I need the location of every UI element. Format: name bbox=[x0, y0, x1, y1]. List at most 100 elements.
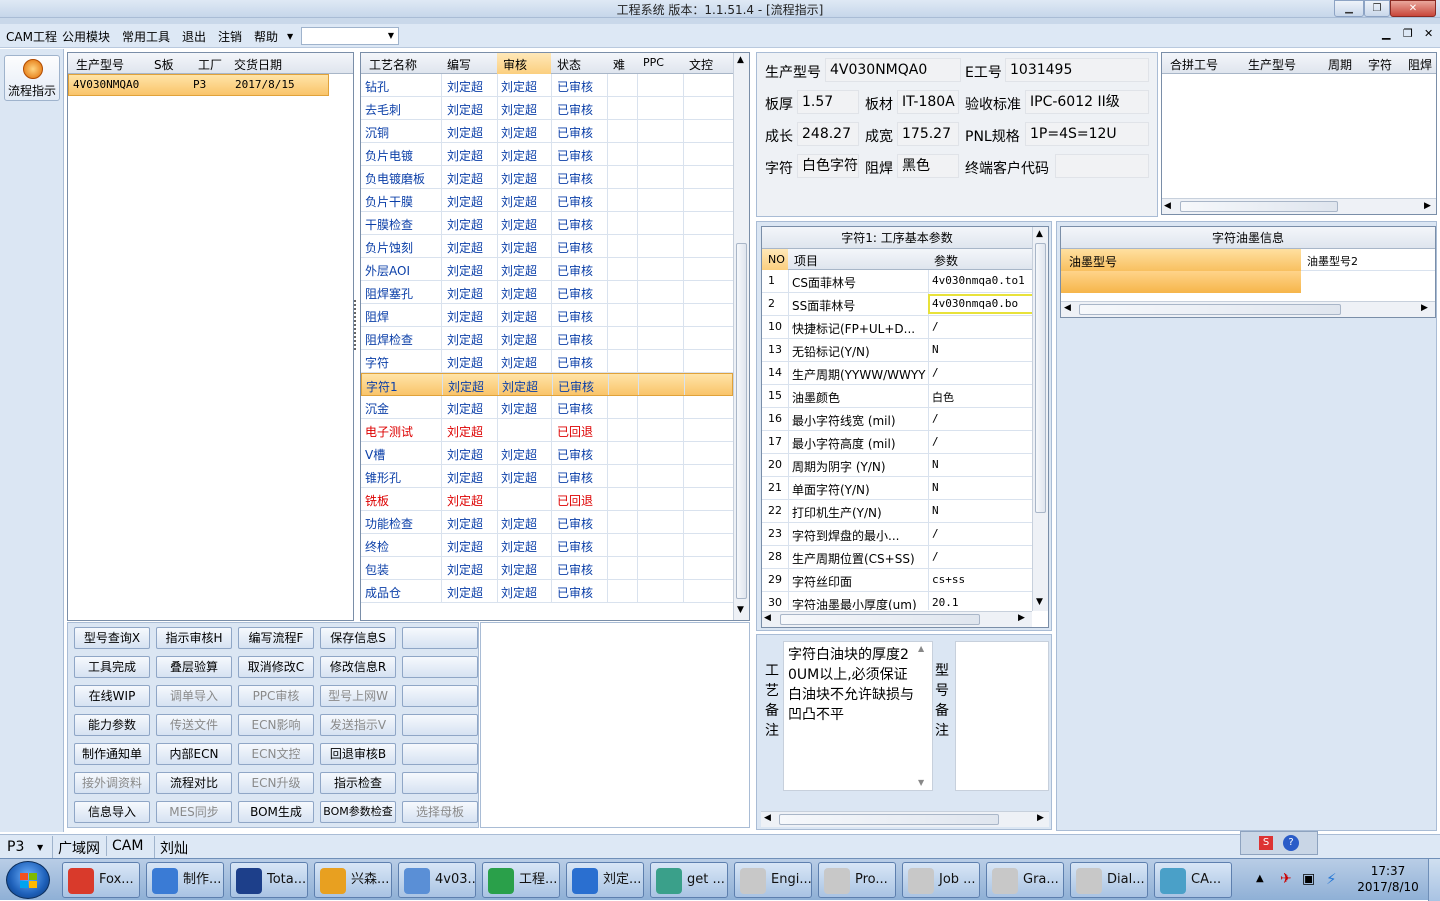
pnl-field[interactable]: 1P=4S=12U bbox=[1025, 122, 1149, 146]
scroll-up-icon[interactable]: ▲ bbox=[918, 644, 924, 653]
param-row[interactable]: 13 无铅标记(Y/N) N bbox=[762, 339, 1032, 362]
process-row[interactable]: 负片蚀刻 刘定超 刘定超 已审核 bbox=[361, 235, 733, 258]
param-value[interactable]: N bbox=[932, 504, 1030, 517]
col-item[interactable]: 项目 bbox=[794, 252, 818, 269]
process-row[interactable]: 铣板 刘定超 已回退 bbox=[361, 488, 733, 511]
process-scroll-thumb[interactable] bbox=[736, 243, 747, 599]
param-row[interactable]: 21 单面字符(Y/N) N bbox=[762, 477, 1032, 500]
model-field[interactable]: 4V030NMQA0 bbox=[825, 58, 961, 82]
process-row[interactable]: 去毛刺 刘定超 刘定超 已审核 bbox=[361, 97, 733, 120]
param-value[interactable]: 20.1 bbox=[932, 596, 1030, 609]
action-button-2-0[interactable]: 在线WIP bbox=[74, 685, 150, 707]
col-doc-control[interactable]: 文控 bbox=[689, 56, 713, 73]
sogou-icon[interactable]: S bbox=[1259, 836, 1273, 850]
process-row[interactable]: 锥形孔 刘定超 刘定超 已审核 bbox=[361, 465, 733, 488]
action-button-1-3[interactable]: 修改信息R bbox=[320, 656, 396, 678]
splitter-handle[interactable] bbox=[354, 300, 358, 350]
action-button-4-3[interactable]: 回退审核B bbox=[320, 743, 396, 765]
process-row[interactable]: 外层AOI 刘定超 刘定超 已审核 bbox=[361, 258, 733, 281]
process-row[interactable]: 干膜检查 刘定超 刘定超 已审核 bbox=[361, 212, 733, 235]
process-row[interactable]: 负片干膜 刘定超 刘定超 已审核 bbox=[361, 189, 733, 212]
show-desktop-button[interactable] bbox=[1428, 859, 1440, 901]
process-row[interactable]: 阻焊 刘定超 刘定超 已审核 bbox=[361, 304, 733, 327]
col-no[interactable]: NO bbox=[768, 253, 785, 266]
scroll-right-icon[interactable]: ▶ bbox=[1018, 613, 1025, 623]
param-row[interactable]: 20 周期为阴字 (Y/N) N bbox=[762, 454, 1032, 477]
param-value[interactable]: cs+ss bbox=[932, 573, 1030, 586]
taskbar-item[interactable]: Engi... bbox=[734, 862, 812, 898]
ink-row[interactable] bbox=[1061, 271, 1301, 293]
param-value[interactable]: / bbox=[932, 435, 1030, 448]
process-row[interactable]: 阻焊检查 刘定超 刘定超 已审核 bbox=[361, 327, 733, 350]
char-field[interactable]: 白色字符 bbox=[797, 154, 859, 178]
ime-toolbar[interactable]: S ? bbox=[1240, 831, 1318, 855]
taskbar-item[interactable]: Fox... bbox=[62, 862, 140, 898]
action-button-3-1[interactable]: 传送文件 bbox=[156, 714, 232, 736]
col-merge-cycle[interactable]: 周期 bbox=[1328, 56, 1352, 73]
action-button-2-4[interactable] bbox=[402, 685, 478, 707]
param-value[interactable]: / bbox=[932, 412, 1030, 425]
param-value[interactable]: 白色 bbox=[932, 389, 1030, 405]
action-button-1-2[interactable]: 取消修改C bbox=[238, 656, 314, 678]
taskbar-item[interactable]: 刘定... bbox=[566, 862, 644, 898]
param-value[interactable]: 4v030nmqa0.to1 bbox=[932, 274, 1030, 287]
customer-code-field[interactable] bbox=[1055, 154, 1149, 178]
action-button-1-1[interactable]: 叠层验算 bbox=[156, 656, 232, 678]
scroll-right-icon[interactable]: ▶ bbox=[1421, 303, 1428, 313]
thickness-field[interactable]: 1.57 bbox=[797, 90, 859, 114]
action-button-0-3[interactable]: 保存信息S bbox=[320, 627, 396, 649]
col-merge-eno[interactable]: 合拼工号 bbox=[1170, 56, 1218, 73]
process-row[interactable]: 电子测试 刘定超 已回退 bbox=[361, 419, 733, 442]
col-status[interactable]: 状态 bbox=[557, 56, 581, 73]
process-row[interactable]: V槽 刘定超 刘定超 已审核 bbox=[361, 442, 733, 465]
param-row[interactable]: 14 生产周期(YYWW/WWYY) / bbox=[762, 362, 1032, 385]
params-scrollbar[interactable]: ▲ ▼ bbox=[1032, 227, 1048, 611]
chevron-down-icon[interactable]: ▼ bbox=[388, 31, 394, 40]
width-field[interactable]: 175.27 bbox=[897, 122, 959, 146]
job-row[interactable]: 4V030NMQA0 P3 2017/8/15 bbox=[68, 74, 329, 96]
action-button-5-2[interactable]: ECN升级 bbox=[238, 772, 314, 794]
process-row[interactable]: 终检 刘定超 刘定超 已审核 bbox=[361, 534, 733, 557]
action-button-0-2[interactable]: 编写流程F bbox=[238, 627, 314, 649]
taskbar-item[interactable]: Gra... bbox=[986, 862, 1064, 898]
col-difficulty[interactable]: 难 bbox=[613, 56, 625, 73]
action-button-3-2[interactable]: ECN影响 bbox=[238, 714, 314, 736]
action-button-2-2[interactable]: PPC审核 bbox=[238, 685, 314, 707]
taskbar-item[interactable]: Tota... bbox=[230, 862, 308, 898]
notes-scroll-thumb[interactable] bbox=[779, 814, 999, 825]
process-row[interactable]: 沉铜 刘定超 刘定超 已审核 bbox=[361, 120, 733, 143]
taskbar-item[interactable]: 工程... bbox=[482, 862, 560, 898]
action-button-5-4[interactable] bbox=[402, 772, 478, 794]
col-factory[interactable]: 工厂 bbox=[198, 56, 222, 73]
flow-indicator-button[interactable]: 流程指示 bbox=[4, 55, 60, 101]
process-row[interactable]: 钻孔 刘定超 刘定超 已审核 bbox=[361, 74, 733, 97]
param-value[interactable]: N bbox=[932, 343, 1030, 356]
action-button-3-4[interactable] bbox=[402, 714, 478, 736]
action-button-4-4[interactable] bbox=[402, 743, 478, 765]
eno-field[interactable]: 1031495 bbox=[1005, 58, 1149, 82]
scroll-left-icon[interactable]: ◀ bbox=[1164, 201, 1171, 211]
tray-app-icon[interactable]: ✈ bbox=[1280, 871, 1292, 887]
col-date[interactable]: 交货日期 bbox=[234, 56, 282, 73]
process-row[interactable]: 包装 刘定超 刘定超 已审核 bbox=[361, 557, 733, 580]
process-row[interactable]: 负片电镀 刘定超 刘定超 已审核 bbox=[361, 143, 733, 166]
action-button-4-0[interactable]: 制作通知单 bbox=[74, 743, 150, 765]
action-button-6-2[interactable]: BOM生成 bbox=[238, 801, 314, 823]
scroll-left-icon[interactable]: ◀ bbox=[1064, 303, 1071, 313]
param-row[interactable]: 16 最小字符线宽 (mil) / bbox=[762, 408, 1032, 431]
param-value[interactable]: N bbox=[932, 481, 1030, 494]
param-row[interactable]: 10 快捷标记(FP+UL+D... / bbox=[762, 316, 1032, 339]
mdi-close-icon[interactable]: ✕ bbox=[1424, 27, 1433, 40]
mask-field[interactable]: 黑色 bbox=[897, 154, 959, 178]
scroll-up-icon[interactable]: ▲ bbox=[1036, 229, 1043, 239]
menu-exit[interactable]: 退出 bbox=[182, 28, 206, 45]
col-ink-model2[interactable]: 油墨型号2 bbox=[1307, 253, 1358, 269]
col-writer[interactable]: 编写 bbox=[447, 56, 471, 73]
taskbar-item[interactable]: Job ... bbox=[902, 862, 980, 898]
menu-tools[interactable]: 常用工具 bbox=[122, 28, 170, 45]
param-row[interactable]: 30 字符油墨最小厚度(um) 20.1 bbox=[762, 592, 1032, 610]
scroll-right-icon[interactable]: ▶ bbox=[1037, 813, 1044, 823]
menu-combo[interactable]: ▼ bbox=[301, 27, 399, 45]
action-button-4-1[interactable]: 内部ECN bbox=[156, 743, 232, 765]
process-row[interactable]: 字符 刘定超 刘定超 已审核 bbox=[361, 350, 733, 373]
